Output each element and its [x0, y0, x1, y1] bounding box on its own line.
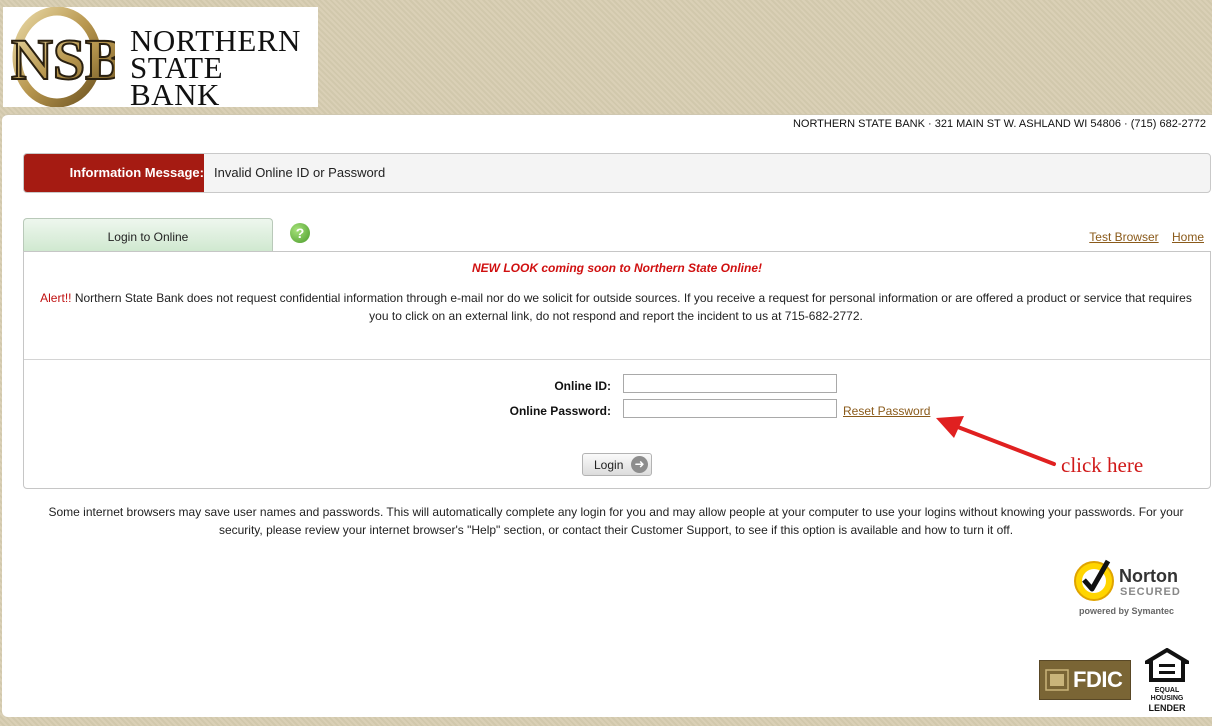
online-password-input[interactable] — [623, 399, 837, 418]
bank-address: NORTHERN STATE BANK · 321 MAIN ST W. ASH… — [792, 118, 1206, 130]
bank-name: NORTHERN STATE BANK — [130, 25, 318, 112]
red-arrow-icon — [936, 416, 1056, 466]
fdic-text: FDIC — [1073, 667, 1123, 692]
login-button[interactable]: Login ➜ — [582, 453, 652, 476]
home-link[interactable]: Home — [1172, 230, 1204, 244]
svg-text:NSB: NSB — [11, 27, 115, 92]
norton-secured-badge[interactable]: Norton SECURED powered by Symantec — [1072, 555, 1202, 621]
fdic-seal-icon — [1045, 669, 1069, 691]
click-here-annotation: click here — [1061, 453, 1144, 477]
alert-body: Northern State Bank does not request con… — [71, 291, 1192, 323]
fdic-badge: FDIC — [1039, 660, 1131, 700]
phishing-alert: Alert!! Northern State Bank does not req… — [40, 289, 1192, 325]
equal-housing-lender-badge: EQUAL HOUSING LENDER — [1139, 647, 1195, 713]
divider — [24, 359, 1210, 360]
bank-logo[interactable]: NSB NORTHERN STATE BANK — [3, 7, 318, 112]
new-look-notice: NEW LOOK coming soon to Northern State O… — [472, 261, 762, 275]
arrow-right-icon: ➜ — [631, 456, 648, 473]
tab-login-to-online[interactable]: Login to Online — [23, 218, 273, 252]
nsb-monogram-icon: NSB — [10, 7, 115, 107]
login-button-label: Login — [594, 458, 624, 472]
information-message-label: Information Message: — [24, 154, 204, 192]
ehl-line2: LENDER — [1148, 703, 1186, 713]
browser-security-note: Some internet browsers may save user nam… — [48, 505, 1184, 537]
online-id-input[interactable] — [623, 374, 837, 393]
equal-housing-icon — [1139, 647, 1195, 682]
ehl-line1: EQUAL HOUSING — [1150, 687, 1184, 702]
norton-powered-by: powered by Symantec — [1079, 606, 1175, 616]
test-browser-link[interactable]: Test Browser — [1089, 230, 1158, 244]
information-message-text: Invalid Online ID or Password — [214, 165, 386, 180]
alert-word: Alert!! — [40, 291, 72, 305]
online-password-label: Online Password: — [509, 404, 611, 418]
help-icon[interactable]: ? — [290, 223, 310, 243]
bank-name-line2: STATE BANK — [130, 50, 224, 112]
svg-text:SECURED: SECURED — [1120, 586, 1181, 598]
online-id-label: Online ID: — [554, 379, 611, 393]
norton-check-icon: Norton SECURED — [1074, 559, 1181, 601]
svg-text:Norton: Norton — [1119, 566, 1178, 586]
top-links: Test Browser Home — [1079, 230, 1204, 244]
information-message: Information Message: Invalid Online ID o… — [23, 153, 1211, 193]
reset-password-link[interactable]: Reset Password — [843, 404, 930, 418]
